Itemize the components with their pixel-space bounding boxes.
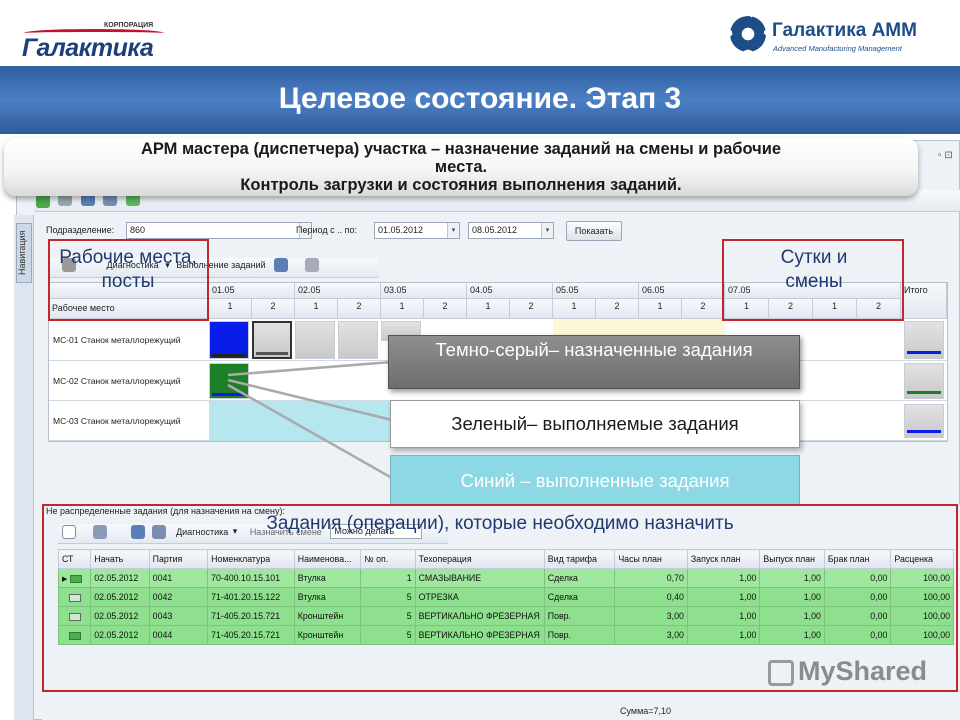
green-callout: Зеленый– выполняемые задания: [390, 400, 800, 448]
slide-subtitle: АРМ мастера (диспетчера) участка – назна…: [4, 138, 918, 196]
dark-gray-callout: Темно-серый– назначенные задания: [388, 335, 800, 389]
workplaces-annotation: Рабочие места, посты: [59, 247, 197, 292]
subtitle-line-3: Контроль загрузки и состояния выполнения…: [240, 176, 682, 194]
watermark-text: MyShared: [798, 656, 928, 686]
days-shifts-annotation: Сутки и смены: [780, 247, 848, 292]
subtitle-line-2: места.: [434, 158, 488, 176]
blue-callout: Синий – выполненные задания: [390, 455, 800, 505]
connector-dark: [227, 360, 393, 377]
subtitle-line-1: АРМ мастера (диспетчера) участка – назна…: [140, 140, 782, 158]
sum-label: Сумма=7,10: [620, 706, 672, 716]
watermark: MyShared: [768, 656, 927, 687]
watermark-icon: [768, 659, 794, 686]
